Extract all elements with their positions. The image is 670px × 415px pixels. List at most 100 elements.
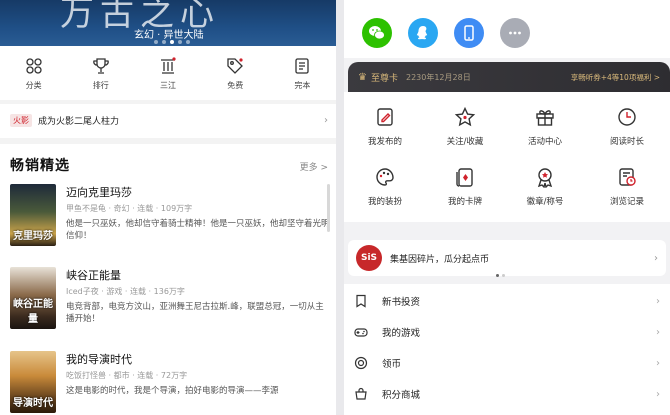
category-ranking[interactable]: 排行 — [67, 52, 134, 98]
gift-icon — [536, 110, 554, 126]
cards-icon — [456, 168, 473, 187]
bookstore-screen: 万古之心 玄幻 · 异世大陆 分类 排行 三江 免费 完本 火影 成为火影二尾人… — [0, 0, 336, 415]
qq-icon — [416, 26, 428, 40]
grid-item-history[interactable]: 浏览记录 — [586, 166, 668, 216]
divider — [0, 100, 336, 104]
cover-title: 峡谷正能量 — [13, 299, 53, 325]
book-item[interactable]: 克里玛莎 迈向克里玛莎 甲鱼不是龟 · 奇幻 · 连载 · 109万字 他是一只… — [10, 184, 330, 256]
menu-item-coins[interactable]: 领币 › — [344, 348, 670, 378]
grid-icon — [25, 58, 42, 74]
menu-item-points-mall[interactable]: 积分商城 › — [344, 379, 670, 409]
chevron-right-icon: › — [324, 114, 328, 126]
clock-icon — [618, 108, 636, 126]
gamepad-icon — [354, 328, 368, 337]
vip-card[interactable]: ♛ 至尊卡 2230年12月28日 享畅听券+4等10项福利 > — [348, 62, 670, 92]
grid-item-cards[interactable]: 我的卡牌 — [424, 166, 506, 216]
category-label: 三江 — [160, 81, 176, 90]
chevron-right-icon: › — [656, 295, 660, 307]
history-icon — [619, 168, 636, 186]
qq-button[interactable] — [408, 18, 438, 48]
grid-item-follow[interactable]: 关注/收藏 — [424, 106, 506, 156]
grid-item-label: 活动中心 — [527, 137, 562, 147]
book-icon — [295, 58, 310, 74]
more-icon — [509, 31, 521, 35]
category-label: 排行 — [92, 81, 109, 90]
grid-item-dressup[interactable]: 我的装扮 — [344, 166, 426, 216]
grid-item-activity[interactable]: 活动中心 — [504, 106, 586, 156]
scrollbar[interactable] — [327, 184, 330, 232]
grid-item-reading-time[interactable]: 阅读时长 — [586, 106, 668, 156]
category-label: 免费 — [227, 81, 244, 90]
wechat-button[interactable] — [362, 18, 392, 48]
grid-item-label: 阅读时长 — [609, 137, 644, 147]
chevron-right-icon: › — [656, 326, 660, 338]
book-description: 他是一只巫妖，他却信守着骑士精神！他是一只巫妖，他却坚守着光明信仰！ — [66, 219, 330, 241]
profile-screen: ♛ 至尊卡 2230年12月28日 享畅听券+4等10项福利 > 我发布的 关注… — [344, 0, 670, 415]
vip-benefits-link[interactable]: 享畅听券+4等10项福利 > — [571, 72, 660, 83]
phone-icon — [464, 25, 474, 41]
menu-item-label: 我的游戏 — [382, 328, 421, 339]
book-description: 电竞背部，电竞方汶山，亚洲舞王尼古拉斯.峰，联盟总冠，一切从主播开始！ — [66, 302, 324, 324]
book-item[interactable]: 导演时代 我的导演时代 吃饭打怪兽 · 都市 · 连载 · 72万字 这是电影的… — [10, 351, 330, 415]
banner-pagination — [154, 40, 190, 44]
category-label: 完本 — [294, 81, 311, 90]
share-bar — [344, 0, 670, 58]
grid-item-label: 关注/收藏 — [446, 137, 484, 147]
category-classify[interactable]: 分类 — [0, 52, 67, 98]
grid-item-label: 浏览记录 — [609, 197, 644, 207]
divider — [0, 138, 336, 144]
promo-banner[interactable]: SiS 集基因碎片，瓜分起点币 › — [348, 240, 666, 276]
more-button[interactable] — [500, 18, 530, 48]
category-sanjiang[interactable]: 三江 — [134, 52, 201, 98]
menu-item-label: 领币 — [382, 359, 402, 370]
banner-subtitle: 玄幻 · 异世大陆 — [134, 30, 204, 41]
notice-text: 成为火影二尾人柱力 — [38, 116, 120, 127]
trophy-icon — [92, 58, 109, 74]
book-meta: 甲鱼不是龟 · 奇幻 · 连载 · 109万字 — [66, 204, 193, 213]
category-free[interactable]: 免费 — [202, 52, 269, 98]
pillars-icon — [161, 57, 176, 74]
section-title: 畅销精选 — [10, 158, 70, 174]
book-meta: 吃饭打怪兽 · 都市 · 连载 · 72万字 — [66, 371, 188, 380]
feature-grid: 我发布的 关注/收藏 活动中心 阅读时长 我的装扮 我的卡牌 徽章/称号 浏览记… — [344, 92, 670, 222]
grid-item-label: 徽章/称号 — [526, 197, 564, 207]
phone-button[interactable] — [454, 18, 484, 48]
grid-item-label: 我的装扮 — [367, 197, 402, 207]
bestseller-header: 畅销精选 更多 > — [10, 155, 328, 175]
promo-logo: SiS — [356, 245, 382, 271]
star-icon — [454, 106, 476, 127]
bookmark-icon — [356, 294, 366, 308]
chevron-right-icon: › — [654, 252, 658, 264]
badge-icon — [537, 168, 553, 188]
grid-item-label: 我的卡牌 — [447, 197, 482, 207]
notice-bar[interactable]: 火影 成为火影二尾人柱力 › — [10, 112, 328, 128]
cover-title: 克里玛莎 — [13, 231, 53, 242]
notice-tag: 火影 — [10, 113, 32, 127]
menu-item-label: 新书投资 — [382, 297, 421, 308]
palette-icon — [376, 168, 394, 186]
tag-icon — [227, 58, 244, 74]
shop-icon — [355, 387, 367, 400]
promo-pagination — [496, 274, 505, 277]
chevron-right-icon: › — [656, 388, 660, 400]
promo-text: 集基因碎片，瓜分起点币 — [390, 254, 490, 265]
category-label: 分类 — [25, 81, 42, 90]
edit-icon — [377, 108, 393, 126]
more-link[interactable]: 更多 > — [300, 160, 328, 173]
grid-item-badges[interactable]: 徽章/称号 — [504, 166, 586, 216]
chevron-right-icon: › — [656, 357, 660, 369]
book-title: 我的导演时代 — [66, 353, 132, 366]
category-finished[interactable]: 完本 — [269, 52, 336, 98]
book-meta: Iced子夜 · 游戏 · 连载 · 136万字 — [66, 287, 185, 296]
book-item[interactable]: 峡谷正能量 峡谷正能量 Iced子夜 · 游戏 · 连载 · 136万字 电竞背… — [10, 267, 330, 339]
vip-title: 至尊卡 — [370, 73, 398, 84]
menu-item-new-book-invest[interactable]: 新书投资 › — [344, 286, 670, 316]
grid-item-label: 我发布的 — [367, 137, 402, 147]
coin-icon — [354, 356, 368, 370]
grid-item-published[interactable]: 我发布的 — [344, 106, 426, 156]
book-cover: 克里玛莎 — [10, 184, 56, 246]
hero-banner[interactable]: 万古之心 玄幻 · 异世大陆 — [0, 0, 336, 46]
book-cover: 峡谷正能量 — [10, 267, 56, 329]
menu-item-games[interactable]: 我的游戏 › — [344, 317, 670, 347]
book-title: 峡谷正能量 — [66, 269, 121, 282]
